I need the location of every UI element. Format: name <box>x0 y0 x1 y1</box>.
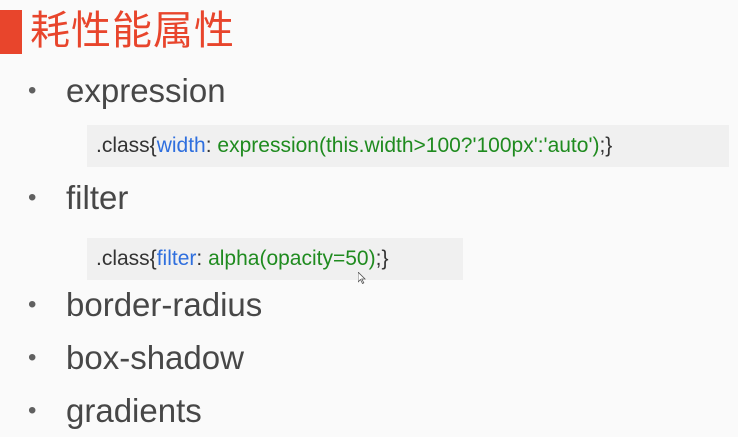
code-selector: .class{ <box>96 247 157 270</box>
list-item-label: gradients <box>66 392 202 429</box>
code-end: ;} <box>599 134 613 157</box>
page-title: 耗性能属性 <box>30 8 235 54</box>
bullet-icon: • <box>28 291 37 318</box>
code-property: filter <box>156 247 197 270</box>
list-item-gradients: • gradients <box>28 390 202 432</box>
code-end: ;} <box>375 247 389 270</box>
list-item-border-radius: • border-radius <box>28 284 262 326</box>
bullet-icon: • <box>28 344 37 371</box>
code-value: expression(this.width>100?'100px':'auto'… <box>217 134 600 157</box>
code-colon: : <box>196 247 203 270</box>
list-item-box-shadow: • box-shadow <box>28 337 244 379</box>
code-selector: .class{ <box>96 134 157 157</box>
list-item-label: box-shadow <box>66 339 244 376</box>
title-accent-bar <box>0 10 22 54</box>
code-snippet-expression: .class{width: expression(this.width>100?… <box>87 125 729 167</box>
code-value: alpha(opacity=50) <box>208 247 376 270</box>
code-property: width <box>156 134 206 157</box>
bullet-icon: • <box>28 184 37 211</box>
list-item-expression: • expression <box>28 70 226 112</box>
list-item-label: filter <box>66 179 129 216</box>
bullet-icon: • <box>28 397 37 424</box>
mouse-cursor-icon <box>357 271 366 285</box>
list-item-label: expression <box>66 72 226 109</box>
code-snippet-filter: .class{filter: alpha(opacity=50);} <box>87 238 463 280</box>
list-item-filter: • filter <box>28 177 128 219</box>
code-colon: : <box>205 134 212 157</box>
list-item-label: border-radius <box>66 286 263 323</box>
bullet-icon: • <box>28 77 37 104</box>
